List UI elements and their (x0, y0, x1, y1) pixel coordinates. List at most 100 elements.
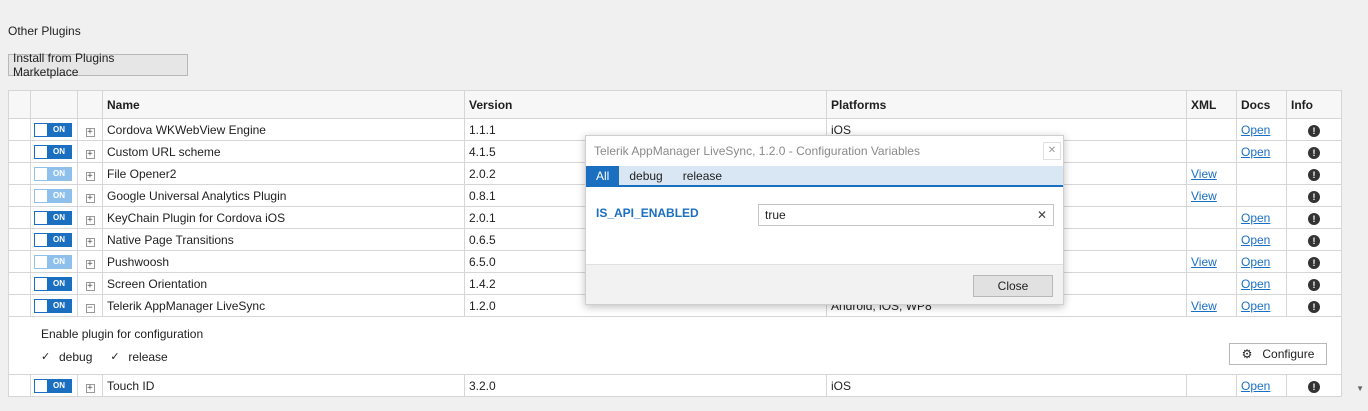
enable-toggle[interactable]: ON (34, 378, 72, 393)
docs-cell: Open (1236, 228, 1287, 251)
table-header: Name Version Platforms XML Docs Info (8, 90, 1342, 119)
scroll-down-icon[interactable]: ▼ (1356, 384, 1364, 393)
expand-icon[interactable]: + (85, 215, 95, 225)
docs-cell: Open (1236, 272, 1287, 295)
table-row[interactable]: ON + Touch ID 3.2.0 iOS Open! (8, 374, 1342, 397)
header-version[interactable]: Version (464, 90, 827, 119)
vertical-scrollbar[interactable]: ▼ (1351, 0, 1368, 411)
docs-open-link[interactable]: Open (1241, 299, 1270, 313)
toggle-label: ON (53, 212, 65, 222)
docs-open-link[interactable]: Open (1241, 233, 1270, 247)
enable-toggle[interactable]: ON (34, 276, 72, 291)
toggle-label: ON (53, 300, 65, 310)
info-icon[interactable]: ! (1308, 300, 1320, 313)
variable-value[interactable]: true (765, 208, 1037, 222)
row-blank (8, 140, 31, 163)
tab-all[interactable]: All (586, 166, 620, 185)
info-icon[interactable]: ! (1308, 234, 1320, 247)
enable-toggle[interactable]: ON (34, 232, 72, 247)
docs-open-link[interactable]: Open (1241, 123, 1270, 137)
plugin-name: Cordova WKWebView Engine (102, 118, 465, 141)
docs-open-link[interactable]: Open (1241, 379, 1270, 393)
xml-view-link[interactable]: View (1191, 167, 1217, 181)
info-icon[interactable]: ! (1308, 380, 1320, 393)
xml-cell (1186, 140, 1237, 163)
info-icon[interactable]: ! (1308, 212, 1320, 225)
docs-open-link[interactable]: Open (1241, 255, 1270, 269)
close-button[interactable]: Close (973, 275, 1053, 297)
enable-toggle[interactable]: ON (34, 298, 72, 313)
check-icon: ✓ (41, 351, 51, 363)
plugin-name: Custom URL scheme (102, 140, 465, 163)
clear-icon[interactable]: ✕ (1037, 208, 1047, 222)
expand-icon[interactable]: + (85, 259, 95, 269)
expand-icon[interactable]: + (85, 281, 95, 291)
variable-value-field[interactable]: true ✕ (758, 204, 1054, 226)
expand-icon[interactable]: + (85, 193, 95, 203)
toggle-label: ON (53, 190, 65, 200)
xml-view-link[interactable]: View (1191, 299, 1217, 313)
header-name[interactable]: Name (102, 90, 465, 119)
toggle-knob (35, 255, 47, 268)
header-platforms[interactable]: Platforms (826, 90, 1187, 119)
expander-cell: + (77, 374, 103, 397)
expand-icon[interactable]: + (85, 127, 95, 137)
docs-open-link[interactable]: Open (1241, 277, 1270, 291)
config-variables-dialog: Telerik AppManager LiveSync, 1.2.0 - Con… (585, 135, 1064, 305)
expander-cell: + (77, 140, 103, 163)
gear-icon: ⚙ (1241, 347, 1253, 361)
row-blank (8, 294, 31, 317)
header-blank (8, 90, 31, 119)
row-blank (8, 374, 31, 397)
toggle-knob (35, 211, 47, 224)
toggle-cell: ON (30, 118, 78, 141)
close-icon[interactable]: ✕ (1043, 142, 1061, 160)
configure-button[interactable]: ⚙ Configure (1229, 343, 1327, 365)
config-cell: Enable plugin for configuration ✓ debug ✓ re… (8, 316, 1342, 375)
docs-cell: Open (1236, 294, 1287, 317)
expander-cell: + (77, 184, 103, 207)
info-icon[interactable]: ! (1308, 278, 1320, 291)
xml-view-link[interactable]: View (1191, 189, 1217, 203)
enable-toggle[interactable]: ON (34, 188, 72, 203)
enable-toggle[interactable]: ON (34, 144, 72, 159)
docs-cell: Open (1236, 374, 1287, 397)
header-info[interactable]: Info (1286, 90, 1342, 119)
enable-toggle[interactable]: ON (34, 254, 72, 269)
toggle-knob (35, 167, 47, 180)
header-docs[interactable]: Docs (1236, 90, 1287, 119)
toggle-cell: ON (30, 162, 78, 185)
expand-icon[interactable]: + (85, 237, 95, 247)
docs-cell (1236, 184, 1287, 207)
enable-toggle[interactable]: ON (34, 210, 72, 225)
toggle-knob (35, 123, 47, 136)
info-icon[interactable]: ! (1308, 146, 1320, 159)
expand-icon[interactable]: + (85, 171, 95, 181)
tab-release[interactable]: release (673, 166, 732, 185)
info-icon[interactable]: ! (1308, 190, 1320, 203)
docs-open-link[interactable]: Open (1241, 145, 1270, 159)
release-label: release (128, 349, 168, 364)
docs-open-link[interactable]: Open (1241, 211, 1270, 225)
expander-cell: + (77, 228, 103, 251)
header-xml[interactable]: XML (1186, 90, 1237, 119)
enable-toggle[interactable]: ON (34, 122, 72, 137)
tab-debug[interactable]: debug (619, 166, 672, 185)
release-checkbox[interactable]: ✓ release (110, 350, 167, 364)
docs-cell: Open (1236, 206, 1287, 229)
toggle-cell: ON (30, 374, 78, 397)
info-icon[interactable]: ! (1308, 124, 1320, 137)
install-marketplace-button[interactable]: Install from Plugins Marketplace (8, 51, 188, 79)
enable-toggle[interactable]: ON (34, 166, 72, 181)
expand-icon[interactable]: + (85, 149, 95, 159)
info-icon[interactable]: ! (1308, 256, 1320, 269)
info-icon[interactable]: ! (1308, 168, 1320, 181)
debug-checkbox[interactable]: ✓ debug (41, 350, 92, 364)
header-toggle (30, 90, 78, 119)
config-title: Enable plugin for configuration (41, 327, 204, 341)
info-cell: ! (1286, 184, 1342, 207)
expand-icon[interactable]: + (85, 383, 95, 393)
plugin-name: Google Universal Analytics Plugin (102, 184, 465, 207)
collapse-icon[interactable]: − (85, 303, 95, 313)
xml-view-link[interactable]: View (1191, 255, 1217, 269)
